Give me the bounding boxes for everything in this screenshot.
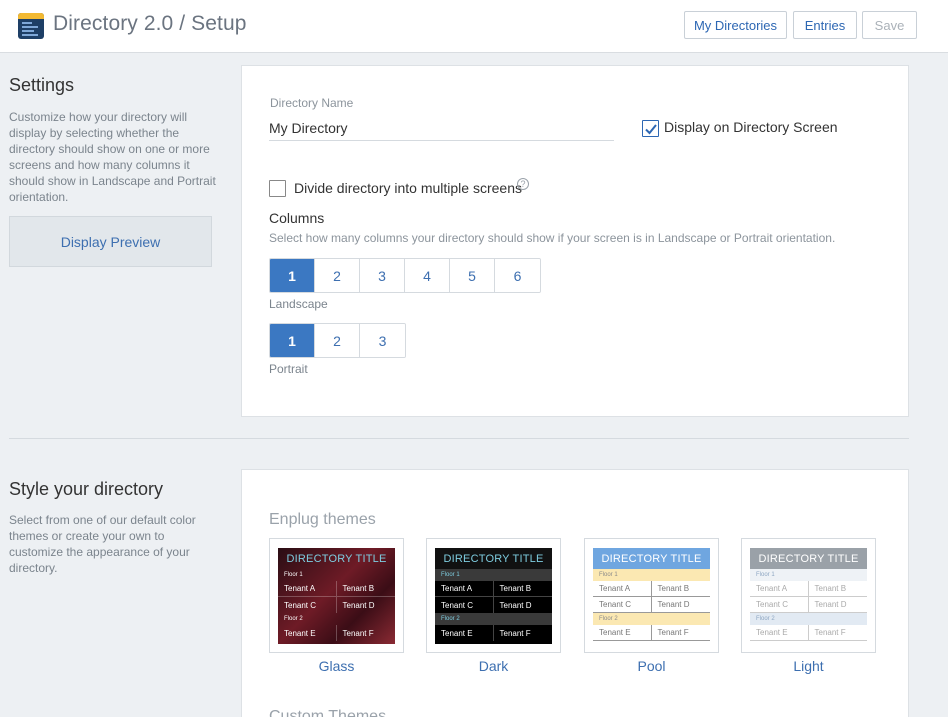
theme-card-glass[interactable]: DIRECTORY TITLE Floor 1 Tenant A Tenant …: [269, 538, 404, 653]
landscape-label: Landscape: [269, 297, 328, 311]
display-preview-button[interactable]: Display Preview: [9, 216, 212, 267]
my-directories-button[interactable]: My Directories: [684, 11, 787, 39]
custom-themes-title: Custom Themes: [269, 708, 387, 717]
preview-tenant: Tenant B: [499, 584, 532, 593]
landscape-option-5[interactable]: 5: [450, 259, 495, 292]
landscape-option-2[interactable]: 2: [315, 259, 360, 292]
portrait-option-1[interactable]: 1: [270, 324, 315, 357]
preview-title: DIRECTORY TITLE: [435, 548, 552, 569]
columns-title: Columns: [269, 210, 325, 226]
portrait-option-2[interactable]: 2: [315, 324, 360, 357]
divide-screens-checkbox[interactable]: [269, 180, 286, 197]
settings-title: Settings: [9, 75, 75, 95]
preview-title: DIRECTORY TITLE: [593, 548, 710, 569]
preview-floor: Floor 2: [435, 613, 552, 625]
preview-tenant: Tenant A: [435, 581, 494, 596]
preview-tenant: Tenant E: [435, 625, 494, 641]
checkmark-icon: [645, 124, 657, 135]
preview-tenant: Tenant F: [499, 628, 531, 638]
preview-floor: Floor 2: [593, 613, 710, 625]
settings-description: Customize how your directory will displa…: [9, 110, 216, 204]
landscape-columns-selector: 1 2 3 4 5 6: [269, 258, 541, 293]
app-header: Directory 2.0 / Setup My Directories Ent…: [0, 0, 948, 53]
entries-button[interactable]: Entries: [793, 11, 857, 39]
question-circle-icon[interactable]: ?: [517, 178, 529, 190]
theme-name-pool[interactable]: Pool: [584, 658, 719, 674]
preview-tenant: Tenant B: [814, 584, 847, 593]
theme-preview-dark: DIRECTORY TITLE Floor 1 Tenant A Tenant …: [435, 548, 552, 644]
theme-name-light[interactable]: Light: [741, 658, 876, 674]
preview-tenant: Tenant D: [657, 600, 690, 609]
preview-tenant: Tenant C: [593, 597, 652, 612]
style-description: Select from one of our default color the…: [9, 513, 196, 575]
preview-tenant: Tenant E: [750, 625, 809, 640]
landscape-option-3[interactable]: 3: [360, 259, 405, 292]
theme-preview-light: DIRECTORY TITLE Floor 1 Tenant A Tenant …: [750, 548, 867, 644]
portrait-option-3[interactable]: 3: [360, 324, 405, 357]
landscape-option-4[interactable]: 4: [405, 259, 450, 292]
preview-tenant: Tenant E: [278, 625, 337, 641]
preview-floor: Floor 1: [750, 569, 867, 581]
directory-name-label: Directory Name: [270, 96, 354, 110]
preview-floor: Floor 1: [284, 572, 303, 578]
columns-description: Select how many columns your directory s…: [269, 231, 836, 245]
preview-tenant: Tenant A: [750, 581, 809, 596]
preview-tenant: Tenant F: [657, 628, 689, 637]
preview-tenant: Tenant B: [657, 584, 690, 593]
preview-tenant: Tenant F: [814, 628, 846, 637]
divide-screens-label: Divide directory into multiple screens: [294, 180, 522, 196]
theme-name-dark[interactable]: Dark: [426, 658, 561, 674]
preview-tenant: Tenant B: [342, 584, 375, 593]
preview-title: DIRECTORY TITLE: [750, 548, 867, 569]
enplug-themes-title: Enplug themes: [269, 511, 376, 528]
theme-card-light[interactable]: DIRECTORY TITLE Floor 1 Tenant A Tenant …: [741, 538, 876, 653]
preview-tenant: Tenant D: [499, 600, 532, 610]
directory-app-icon: [18, 13, 44, 39]
theme-name-glass[interactable]: Glass: [269, 658, 404, 674]
section-divider: [9, 438, 909, 439]
preview-tenant: Tenant C: [435, 597, 494, 613]
preview-floor: Floor 2: [284, 616, 303, 622]
save-button[interactable]: Save: [862, 11, 917, 39]
preview-tenant: Tenant D: [814, 600, 847, 609]
preview-tenant: Tenant F: [342, 628, 374, 638]
style-title: Style your directory: [9, 479, 164, 499]
theme-preview-glass: DIRECTORY TITLE Floor 1 Tenant A Tenant …: [278, 548, 395, 644]
directory-name-input[interactable]: [269, 116, 614, 141]
landscape-option-6[interactable]: 6: [495, 259, 540, 292]
portrait-label: Portrait: [269, 362, 308, 376]
preview-floor: Floor 1: [593, 569, 710, 581]
preview-tenant: Tenant A: [278, 581, 337, 596]
preview-title: DIRECTORY TITLE: [286, 552, 387, 565]
preview-floor: Floor 2: [750, 613, 867, 625]
display-on-screen-label: Display on Directory Screen: [664, 119, 838, 135]
theme-preview-pool: DIRECTORY TITLE Floor 1 Tenant A Tenant …: [593, 548, 710, 644]
preview-tenant: Tenant C: [278, 597, 337, 613]
preview-tenant: Tenant E: [593, 625, 652, 640]
preview-tenant: Tenant D: [342, 600, 375, 610]
landscape-option-1[interactable]: 1: [270, 259, 315, 292]
preview-floor: Floor 1: [435, 569, 552, 581]
preview-tenant: Tenant C: [750, 597, 809, 612]
portrait-columns-selector: 1 2 3: [269, 323, 406, 358]
theme-card-dark[interactable]: DIRECTORY TITLE Floor 1 Tenant A Tenant …: [426, 538, 561, 653]
preview-tenant: Tenant A: [593, 581, 652, 596]
theme-card-pool[interactable]: DIRECTORY TITLE Floor 1 Tenant A Tenant …: [584, 538, 719, 653]
page-title: Directory 2.0 / Setup: [53, 12, 247, 35]
display-on-screen-checkbox[interactable]: [642, 120, 659, 137]
